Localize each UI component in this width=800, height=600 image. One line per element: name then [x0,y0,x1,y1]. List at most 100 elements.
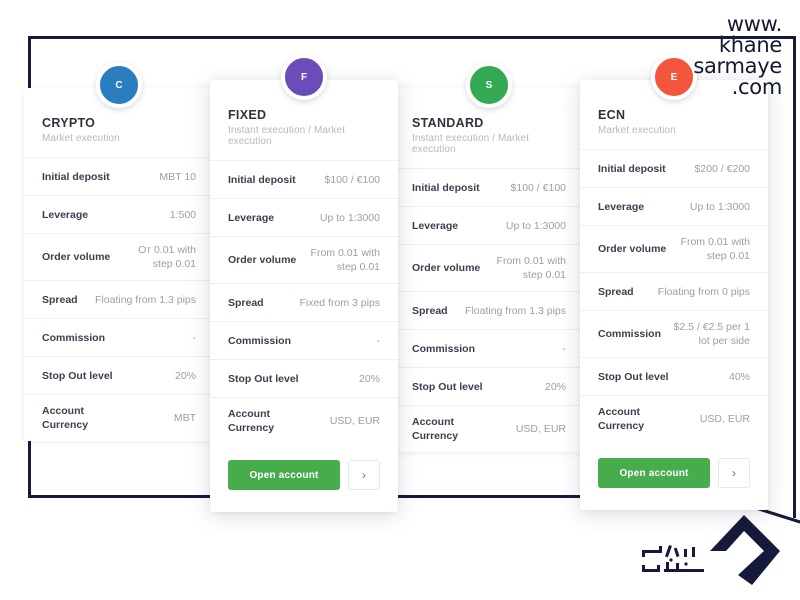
spec-value: MBT 10 [159,170,196,183]
spec-row-commission: Commission - [210,322,398,360]
spec-row-commission: Commission - [24,319,214,357]
spec-value: From 0.01 with step 0.01 [680,236,750,262]
card-cta: Open account › [210,444,398,512]
spec-label: Commission [228,334,292,347]
spec-row-leverage: Leverage 1:500 [24,196,214,234]
spec-value: USD, EUR [515,423,566,435]
card-title: STANDARD [412,116,484,130]
spec-row-stop-out-level: Stop Out level 20% [394,368,584,406]
spec-row-stop-out-level: Stop Out level 40% [580,358,768,396]
watermark-line-2: khane [718,33,782,57]
brand-logo [640,505,790,593]
spec-value: 20% [544,380,566,393]
card-fixed[interactable]: F FIXED Instant execution / Market execu… [210,54,398,512]
card-title: FIXED [228,108,267,122]
spec-label: Order volume [412,262,481,274]
page-root: www. khane sarmaye .com C CRYPTO Market … [0,0,800,600]
spec-value: $2.5 / €2.5 per 1 lot per side [673,321,750,347]
spec-label: Stop Out level [412,380,483,393]
spec-row-initial-deposit: Initial deposit $100 / €100 [210,161,398,199]
spec-row-spread: Spread Floating from 1.3 pips [394,292,584,330]
spec-label: Spread [598,285,634,298]
watermark-line-3: sarmaye [693,54,782,78]
spec-label: Order volume [42,251,111,263]
watermark-line-4: .com [731,75,783,99]
spec-row-spread: Spread Floating from 0 pips [580,273,768,311]
spec-label: Commission [412,342,476,355]
chevron-right-icon[interactable]: › [718,458,750,488]
card-title: CRYPTO [42,116,96,130]
card-spec-rows: Initial deposit $100 / €100 Leverage Up … [394,169,584,452]
spec-label: Initial deposit [598,162,666,175]
spec-label: Commission [42,331,106,344]
spec-value: $100 / €100 [510,181,566,194]
spec-label: Stop Out level [598,370,669,383]
spec-row-leverage: Leverage Up to 1:3000 [210,199,398,237]
card-badge-letter: C [115,79,123,91]
spec-value: $200 / €200 [694,162,750,175]
card-standard[interactable]: S STANDARD Instant execution / Market ex… [394,62,584,452]
spec-label: Stop Out level [42,369,113,382]
spec-value: From 0.01 with step 0.01 [310,247,380,273]
card-badge-standard-icon: S [466,62,512,108]
spec-value: Floating from 0 pips [657,285,750,298]
spec-label: Commission [598,328,662,340]
spec-row-spread: Spread Fixed from 3 pips [210,284,398,322]
site-watermark: www. khane sarmaye .com [693,14,782,98]
spec-value: Floating from 1.3 pips [95,293,196,306]
spec-label: Order volume [228,254,297,266]
spec-value: From 0.01 with step 0.01 [496,255,566,281]
spec-label: Leverage [412,219,459,232]
spec-row-order-volume: Order volume Oт 0.01 with step 0.01 [24,234,214,281]
spec-value: USD, EUR [699,413,750,425]
spec-label: Initial deposit [412,181,480,194]
spec-row-order-volume: Order volume From 0.01 with step 0.01 [394,245,584,292]
card-spec-rows: Initial deposit $200 / €200 Leverage Up … [580,150,768,442]
spec-row-order-volume: Order volume From 0.01 with step 0.01 [210,237,398,284]
chevron-right-icon[interactable]: › [348,460,380,490]
open-account-button[interactable]: Open account [228,460,340,490]
spec-label: Leverage [42,208,89,221]
card-badge-fixed-icon: F [281,54,327,100]
card-cta: Open account › [580,442,768,510]
card-spec-rows: Initial deposit MBT 10 Leverage 1:500 Or… [24,158,214,441]
card-badge-crypto-icon: C [96,62,142,108]
spec-label: Spread [42,293,78,306]
card-subtitle: Instant execution / Market execution [412,133,530,155]
spec-row-account-currency: Account Currency USD, EUR [580,396,768,442]
spec-value: 20% [174,369,196,382]
spec-value: MBT [173,412,196,424]
spec-row-account-currency: Account Currency MBT [24,395,214,441]
spec-label: Order volume [598,243,667,255]
spec-value: Fixed from 3 pips [299,296,380,309]
spec-label: Stop Out level [228,372,299,385]
spec-label: Spread [228,296,264,309]
card-badge-letter: F [300,71,308,83]
spec-value: 20% [358,372,380,385]
card-subtitle: Instant execution / Market execution [228,125,346,147]
spec-value: Up to 1:3000 [505,219,566,232]
spec-row-account-currency: Account Currency USD, EUR [210,398,398,444]
spec-row-stop-out-level: Stop Out level 20% [24,357,214,395]
brand-wordmark-farsi-icon [642,545,704,572]
spec-value: Up to 1:3000 [319,211,380,224]
spec-row-commission: Commission $2.5 / €2.5 per 1 lot per sid… [580,311,768,358]
spec-value: USD, EUR [329,415,380,427]
spec-value: $100 / €100 [324,173,380,186]
spec-label: Initial deposit [228,173,296,186]
spec-label: Leverage [228,211,275,224]
spec-row-leverage: Leverage Up to 1:3000 [580,188,768,226]
spec-value: - [192,331,197,344]
card-title: ECN [598,108,626,122]
spec-label: Account Currency [42,405,89,431]
card-ecn[interactable]: E ECN Market execution Initial deposit $… [580,54,768,510]
spec-row-initial-deposit: Initial deposit $100 / €100 [394,169,584,207]
spec-label: Account Currency [412,416,459,442]
card-subtitle: Market execution [42,133,120,144]
spec-row-commission: Commission - [394,330,584,368]
spec-value: - [376,334,381,347]
open-account-button[interactable]: Open account [598,458,710,488]
card-crypto[interactable]: C CRYPTO Market execution Initial deposi… [24,62,214,441]
spec-label: Initial deposit [42,170,110,183]
watermark-line-1: www. [726,12,782,36]
